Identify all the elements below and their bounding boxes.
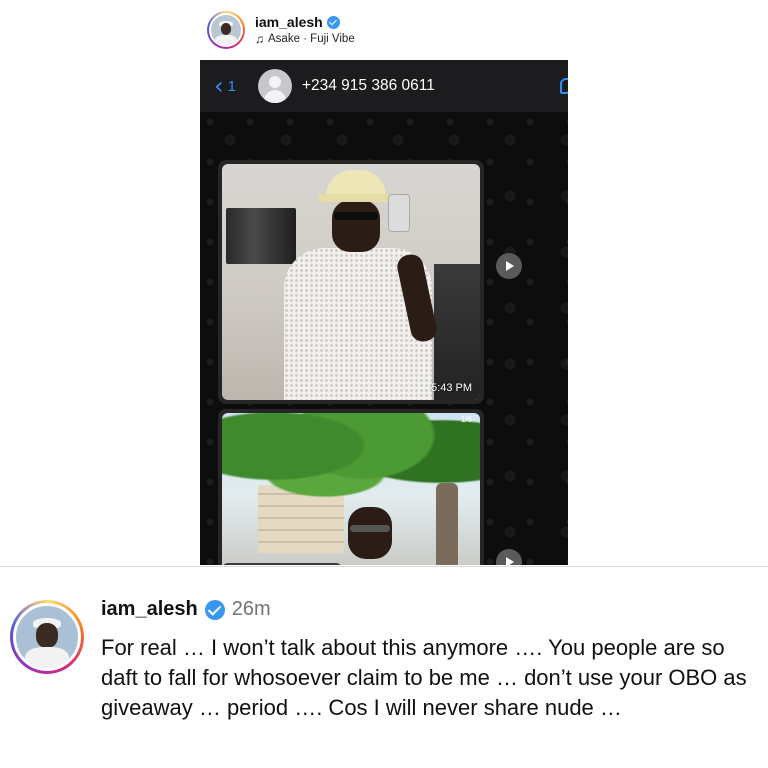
caption-header: iam_alesh 26m xyxy=(101,598,271,621)
photo-counter: 1/6 xyxy=(460,415,472,424)
music-attribution[interactable]: ♫ Asake · Fuji Vibe xyxy=(255,32,355,46)
header-username[interactable]: iam_alesh xyxy=(255,14,323,30)
contact-number[interactable]: +234 915 386 0611 xyxy=(302,77,435,95)
verified-badge-icon xyxy=(204,599,225,620)
caption-avatar[interactable] xyxy=(10,600,84,674)
photo-message[interactable]: 5:43 PM xyxy=(218,160,484,404)
forward-icon[interactable] xyxy=(496,253,522,279)
message-timestamp: 5:43 PM xyxy=(431,382,472,394)
chat-header: ‹ 1 +234 915 386 0611 xyxy=(200,60,568,112)
story-header: iam_alesh ♫ Asake · Fuji Vibe xyxy=(207,8,355,52)
contact-avatar[interactable] xyxy=(257,69,292,103)
chat-screenshot: ‹ 1 +234 915 386 0611 5:43 PM 1/6 xyxy=(200,60,568,565)
caption-text: For real … I won’t talk about this anymo… xyxy=(101,635,747,720)
story-avatar[interactable] xyxy=(207,11,245,49)
post-time: 26m xyxy=(231,598,271,620)
back-count[interactable]: 1 xyxy=(228,78,236,95)
music-label: Asake · Fuji Vibe xyxy=(268,33,355,45)
forward-icon[interactable] xyxy=(496,549,522,565)
chat-background: 5:43 PM 1/6 xyxy=(200,112,568,565)
phone-call-icon[interactable] xyxy=(560,78,568,94)
caption-username[interactable]: iam_alesh xyxy=(101,598,198,621)
back-arrow-icon[interactable]: ‹ xyxy=(214,74,224,98)
music-note-icon: ♫ xyxy=(255,32,264,46)
photo-message[interactable]: 1/6 xyxy=(218,409,484,565)
verified-badge-icon xyxy=(326,15,340,29)
divider xyxy=(0,566,768,567)
